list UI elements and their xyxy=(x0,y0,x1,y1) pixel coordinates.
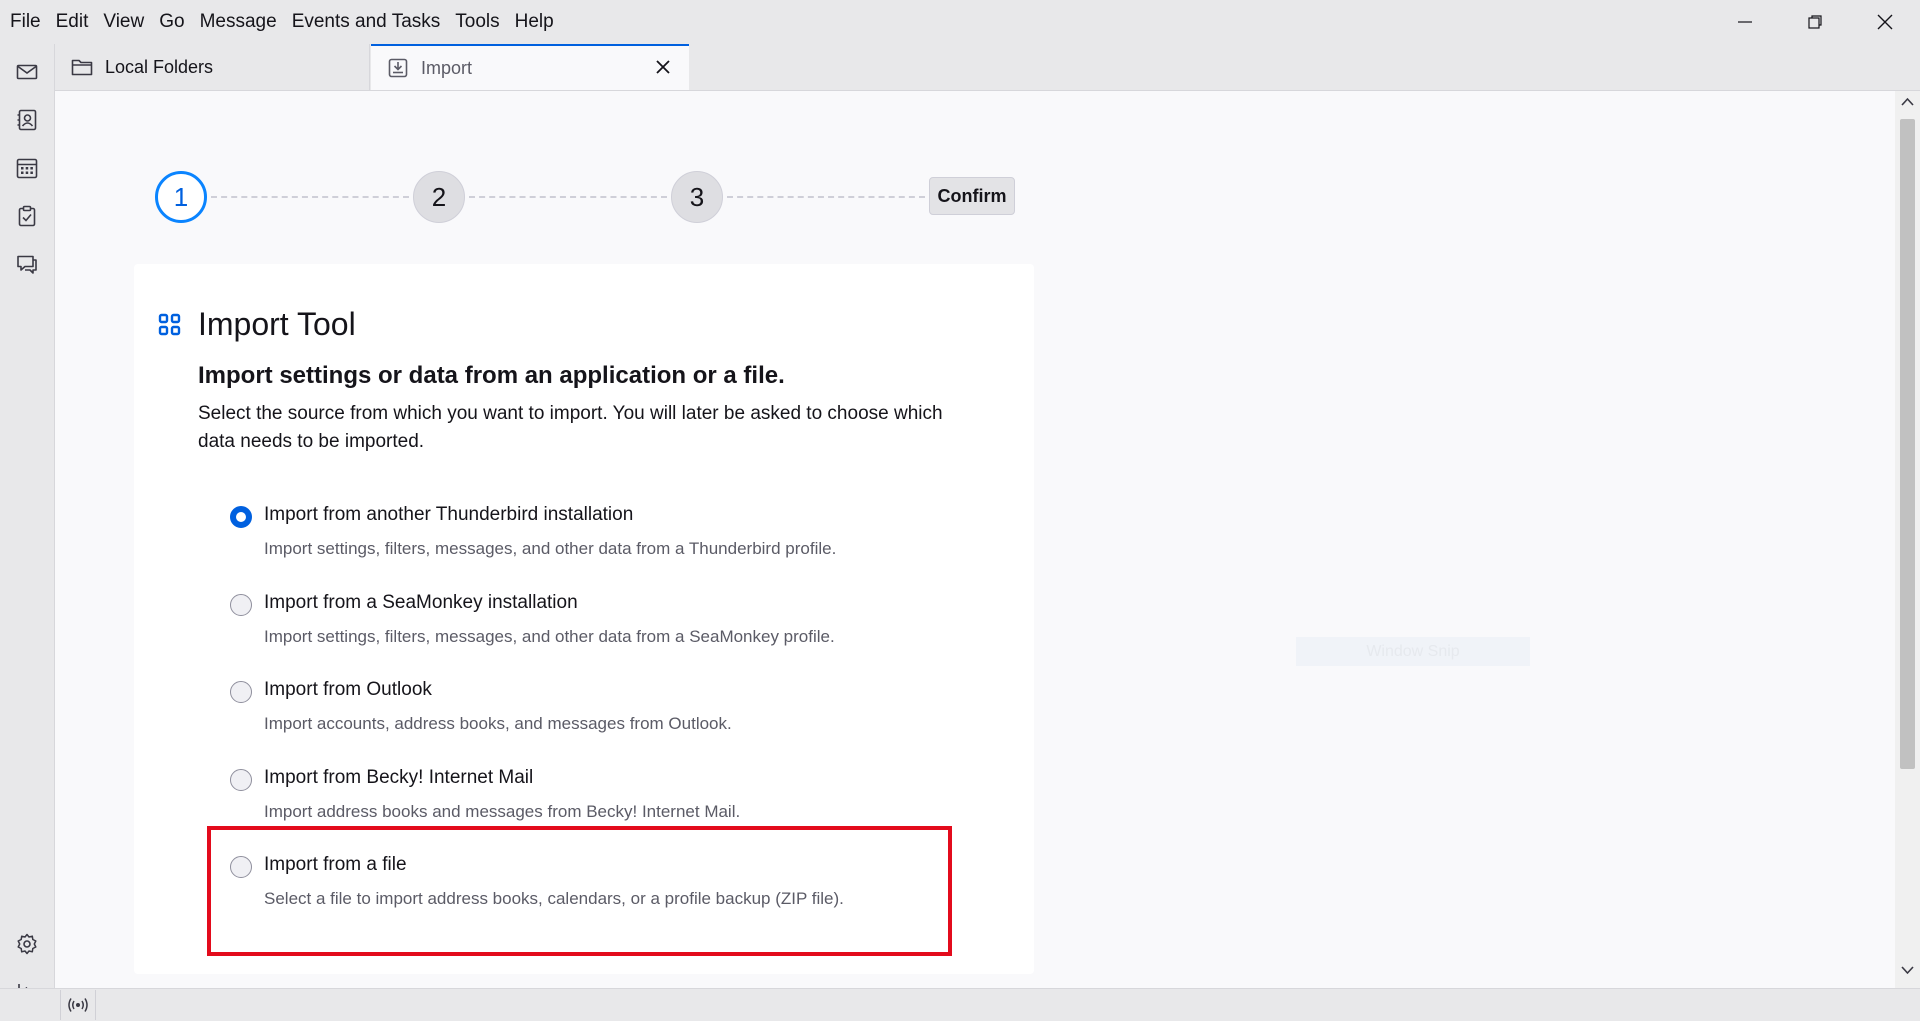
menu-go[interactable]: Go xyxy=(158,11,185,33)
option-label: Import from Becky! Internet Mail xyxy=(264,767,534,788)
menu-bar: File Edit View Go Message Events and Tas… xyxy=(0,0,1920,44)
option-label: Import from another Thunderbird installa… xyxy=(264,504,634,525)
step-connector xyxy=(211,196,409,198)
window-controls xyxy=(1710,0,1920,44)
window-snip-overlay: Window Snip xyxy=(1296,637,1530,666)
online-status-icon xyxy=(68,998,88,1012)
tab-label: Import xyxy=(421,57,473,78)
address-book-icon xyxy=(17,109,37,131)
chat-icon xyxy=(17,255,37,274)
menu-file[interactable]: File xyxy=(9,11,42,33)
tab-bar: Local Folders Import xyxy=(55,44,1920,91)
mail-icon xyxy=(16,64,38,80)
restore-icon xyxy=(1808,15,1822,29)
tool-header: Import Tool xyxy=(158,306,356,343)
calendar-icon xyxy=(16,158,38,179)
tab-close-button[interactable] xyxy=(653,57,673,77)
page-title: Import Tool xyxy=(198,306,356,342)
status-bar xyxy=(0,988,1920,1021)
scroll-down-icon[interactable] xyxy=(1901,965,1914,975)
step-connector xyxy=(727,196,925,198)
tab-label: Local Folders xyxy=(105,56,214,77)
highlight-annotation xyxy=(207,826,952,956)
option-description: Import address books and messages from B… xyxy=(264,802,741,821)
menu-help[interactable]: Help xyxy=(514,11,555,33)
page-description: Select the source from which you want to… xyxy=(198,403,943,452)
tab-local-folders[interactable]: Local Folders xyxy=(55,44,370,90)
tab-import[interactable]: Import xyxy=(371,44,689,90)
address-book-space-button[interactable] xyxy=(13,106,41,134)
online-status-button[interactable] xyxy=(60,990,96,1020)
option-description: Import accounts, address books, and mess… xyxy=(264,714,732,733)
spaces-toolbar xyxy=(0,44,55,1000)
confirm-step[interactable]: Confirm xyxy=(929,177,1015,215)
page-subtitle: Import settings or data from an applicat… xyxy=(198,362,785,389)
menu-events-and-tasks[interactable]: Events and Tasks xyxy=(291,11,442,33)
step-connector xyxy=(469,196,667,198)
option-description: Import settings, filters, messages, and … xyxy=(264,539,837,558)
import-icon xyxy=(387,57,409,79)
radio-button[interactable] xyxy=(230,506,252,528)
option-label: Import from a SeaMonkey installation xyxy=(264,592,578,613)
menu-tools[interactable]: Tools xyxy=(454,11,500,33)
menu-view[interactable]: View xyxy=(102,11,145,33)
menu-message[interactable]: Message xyxy=(199,11,278,33)
minimize-button[interactable] xyxy=(1710,0,1780,44)
calendar-space-button[interactable] xyxy=(13,154,41,182)
step-3-indicator: 3 xyxy=(671,171,723,223)
step-1-indicator: 1 xyxy=(155,171,207,223)
radio-button[interactable] xyxy=(230,681,252,703)
restore-button[interactable] xyxy=(1780,0,1850,44)
mail-space-button[interactable] xyxy=(13,58,41,86)
minimize-icon xyxy=(1738,21,1752,23)
settings-button[interactable] xyxy=(13,930,41,958)
settings-icon xyxy=(17,933,37,955)
radio-button[interactable] xyxy=(230,594,252,616)
tasks-space-button[interactable] xyxy=(13,202,41,230)
scroll-up-icon[interactable] xyxy=(1901,97,1914,107)
option-label: Import from Outlook xyxy=(264,679,432,700)
vertical-scrollbar[interactable] xyxy=(1895,91,1920,988)
close-icon xyxy=(1877,14,1893,30)
radio-button[interactable] xyxy=(230,769,252,791)
chat-space-button[interactable] xyxy=(13,250,41,278)
menu-edit[interactable]: Edit xyxy=(55,11,90,33)
apps-grid-icon xyxy=(158,313,181,335)
step-2-indicator: 2 xyxy=(413,171,465,223)
folder-icon xyxy=(71,57,93,77)
close-window-button[interactable] xyxy=(1850,0,1920,44)
tasks-icon xyxy=(18,205,36,227)
scroll-thumb[interactable] xyxy=(1900,119,1915,769)
close-icon xyxy=(656,60,670,74)
option-description: Import settings, filters, messages, and … xyxy=(264,627,835,646)
